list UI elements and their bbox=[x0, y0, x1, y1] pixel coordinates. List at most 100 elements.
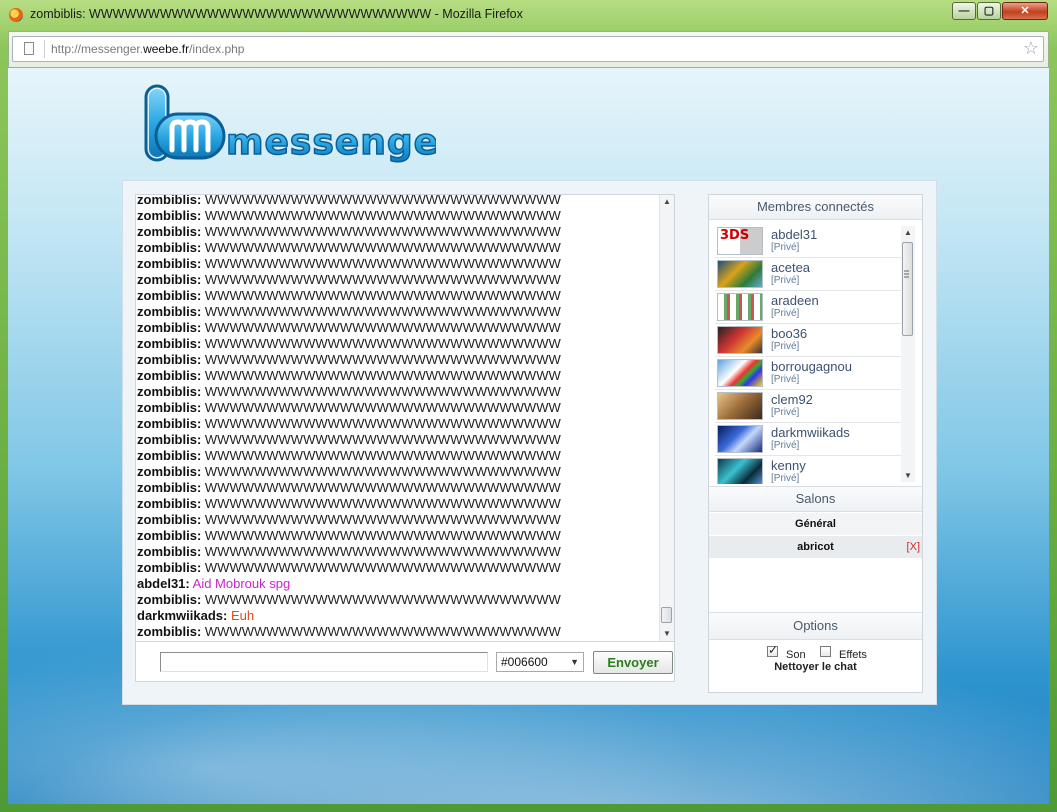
members-scrollbar-thumb[interactable] bbox=[902, 242, 913, 336]
chat-message: abdel31: Aid Mobrouk spg bbox=[136, 576, 660, 592]
members-scrollbar[interactable]: ▲ ═ ═ ═ ▼ bbox=[901, 226, 915, 482]
member-name[interactable]: acetea bbox=[771, 260, 810, 275]
message-nick[interactable]: zombiblis: bbox=[137, 544, 201, 559]
scroll-down-icon[interactable]: ▼ bbox=[660, 627, 674, 641]
effects-label: Effets bbox=[839, 649, 867, 661]
message-nick[interactable]: zombiblis: bbox=[137, 448, 201, 463]
message-nick[interactable]: darkmwiikads: bbox=[137, 608, 227, 623]
message-nick[interactable]: zombiblis: bbox=[137, 288, 201, 303]
sound-checkbox[interactable] bbox=[767, 643, 778, 657]
message-nick[interactable]: zombiblis: bbox=[137, 432, 201, 447]
scroll-grip-icon: ═ ═ ═ bbox=[904, 268, 909, 281]
member-private-link[interactable]: [Privé] bbox=[771, 440, 799, 451]
clear-chat-link[interactable]: Nettoyer le chat bbox=[709, 661, 922, 673]
message-nick[interactable]: zombiblis: bbox=[137, 528, 201, 543]
member-item[interactable]: borrougagnou [Privé] bbox=[715, 356, 901, 390]
minimize-button[interactable]: — bbox=[952, 2, 976, 20]
member-private-link[interactable]: [Privé] bbox=[771, 308, 799, 319]
message-nick[interactable]: zombiblis: bbox=[137, 256, 201, 271]
message-nick[interactable]: zombiblis: bbox=[137, 336, 201, 351]
member-private-link[interactable]: [Privé] bbox=[771, 341, 799, 352]
message-nick[interactable]: zombiblis: bbox=[137, 384, 201, 399]
effects-checkbox[interactable] bbox=[820, 646, 831, 657]
chat-message: zombiblis: WWWWWWWWWWWWWWWWWWWWWWWWWWWWW bbox=[136, 288, 660, 304]
url-prefix: http://messenger. bbox=[51, 42, 144, 56]
member-item[interactable]: kenny [Privé] bbox=[715, 455, 901, 484]
close-icon: ✕ bbox=[1020, 5, 1030, 17]
member-item[interactable]: darkmwiikads [Privé] bbox=[715, 422, 901, 456]
room-item[interactable]: abricot [X] bbox=[709, 536, 922, 558]
message-nick[interactable]: zombiblis: bbox=[137, 304, 201, 319]
chat-message: zombiblis: WWWWWWWWWWWWWWWWWWWWWWWWWWWWW bbox=[136, 384, 660, 400]
message-nick[interactable]: zombiblis: bbox=[137, 352, 201, 367]
member-name[interactable]: borrougagnou bbox=[771, 359, 852, 374]
chat-message: zombiblis: WWWWWWWWWWWWWWWWWWWWWWWWWWWWW bbox=[136, 224, 660, 240]
member-item[interactable]: boo36 [Privé] bbox=[715, 323, 901, 357]
message-nick[interactable]: zombiblis: bbox=[137, 624, 201, 639]
navigation-bar: http://messenger.weebe.fr/index.php ☆ bbox=[8, 31, 1049, 68]
member-item[interactable]: clem92 [Privé] bbox=[715, 389, 901, 423]
member-private-link[interactable]: [Privé] bbox=[771, 374, 799, 385]
chat-message: zombiblis: WWWWWWWWWWWWWWWWWWWWWWWWWWWWW bbox=[136, 480, 660, 496]
message-text: WWWWWWWWWWWWWWWWWWWWWWWWWWWWW bbox=[204, 336, 561, 351]
message-text: WWWWWWWWWWWWWWWWWWWWWWWWWWWWW bbox=[204, 432, 561, 447]
room-close-button[interactable]: [X] bbox=[907, 536, 920, 558]
member-private-link[interactable]: [Privé] bbox=[771, 242, 799, 253]
member-name[interactable]: aradeen bbox=[771, 293, 819, 308]
color-select[interactable]: #006600 ▼ bbox=[496, 652, 584, 672]
message-nick[interactable]: zombiblis: bbox=[137, 224, 201, 239]
member-name[interactable]: abdel31 bbox=[771, 227, 817, 242]
member-private-link[interactable]: [Privé] bbox=[771, 407, 799, 418]
message-nick[interactable]: zombiblis: bbox=[137, 464, 201, 479]
member-name[interactable]: darkmwiikads bbox=[771, 425, 850, 440]
members-scroll-up-icon[interactable]: ▲ bbox=[901, 228, 915, 237]
message-text: WWWWWWWWWWWWWWWWWWWWWWWWWWWWW bbox=[204, 240, 561, 255]
member-item[interactable]: 3DS abdel31 [Privé] bbox=[715, 224, 901, 258]
member-name[interactable]: kenny bbox=[771, 458, 806, 473]
avatar bbox=[717, 392, 763, 420]
message-nick[interactable]: zombiblis: bbox=[137, 195, 201, 207]
chat-scrollbar[interactable]: ▲ ▼ bbox=[659, 195, 674, 641]
member-name[interactable]: boo36 bbox=[771, 326, 807, 341]
room-item[interactable]: Général bbox=[709, 513, 922, 535]
url-suffix: /index.php bbox=[189, 42, 245, 56]
chat-message: zombiblis: WWWWWWWWWWWWWWWWWWWWWWWWWWWWW bbox=[136, 400, 660, 416]
message-nick[interactable]: zombiblis: bbox=[137, 496, 201, 511]
member-item[interactable]: acetea [Privé] bbox=[715, 257, 901, 291]
maximize-button[interactable]: ▢ bbox=[977, 2, 1001, 20]
member-private-link[interactable]: [Privé] bbox=[771, 473, 799, 484]
members-list: 3DS abdel31 [Privé] acetea [Privé] aradeen [Pr… bbox=[709, 224, 922, 484]
message-nick[interactable]: zombiblis: bbox=[137, 400, 201, 415]
message-input[interactable] bbox=[160, 652, 488, 672]
member-item[interactable]: aradeen [Privé] bbox=[715, 290, 901, 324]
url-text[interactable]: http://messenger.weebe.fr/index.php bbox=[51, 42, 244, 56]
scrollbar-thumb[interactable] bbox=[661, 607, 672, 623]
message-nick[interactable]: zombiblis: bbox=[137, 272, 201, 287]
chat-messages-box: zombiblis: WWWWWWWWWWWWWWWWWWWWWWWWWWWWW… bbox=[135, 194, 675, 642]
message-nick[interactable]: zombiblis: bbox=[137, 320, 201, 335]
message-nick[interactable]: abdel31: bbox=[137, 576, 190, 591]
chat-message: zombiblis: WWWWWWWWWWWWWWWWWWWWWWWWWWWWW bbox=[136, 512, 660, 528]
address-bar[interactable]: http://messenger.weebe.fr/index.php ☆ bbox=[12, 36, 1044, 62]
options-panel: Son Effets Nettoyer le chat bbox=[709, 643, 922, 691]
chat-message: zombiblis: WWWWWWWWWWWWWWWWWWWWWWWWWWWWW bbox=[136, 320, 660, 336]
scroll-up-icon[interactable]: ▲ bbox=[660, 195, 674, 209]
chat-panel: zombiblis: WWWWWWWWWWWWWWWWWWWWWWWWWWWWW… bbox=[122, 180, 937, 705]
message-nick[interactable]: zombiblis: bbox=[137, 560, 201, 575]
chat-message: zombiblis: WWWWWWWWWWWWWWWWWWWWWWWWWWWWW bbox=[136, 432, 660, 448]
close-button[interactable]: ✕ bbox=[1002, 2, 1048, 20]
message-nick[interactable]: zombiblis: bbox=[137, 208, 201, 223]
message-nick[interactable]: zombiblis: bbox=[137, 480, 201, 495]
send-button[interactable]: Envoyer bbox=[593, 651, 673, 674]
message-nick[interactable]: zombiblis: bbox=[137, 368, 201, 383]
messenger-logo: messenger bbox=[144, 84, 436, 164]
member-name[interactable]: clem92 bbox=[771, 392, 813, 407]
message-nick[interactable]: zombiblis: bbox=[137, 240, 201, 255]
message-text: WWWWWWWWWWWWWWWWWWWWWWWWWWWWW bbox=[204, 272, 561, 287]
bookmark-star-icon[interactable]: ☆ bbox=[1023, 38, 1039, 58]
message-nick[interactable]: zombiblis: bbox=[137, 416, 201, 431]
message-nick[interactable]: zombiblis: bbox=[137, 512, 201, 527]
members-scroll-down-icon[interactable]: ▼ bbox=[901, 471, 915, 480]
message-nick[interactable]: zombiblis: bbox=[137, 592, 201, 607]
member-private-link[interactable]: [Privé] bbox=[771, 275, 799, 286]
